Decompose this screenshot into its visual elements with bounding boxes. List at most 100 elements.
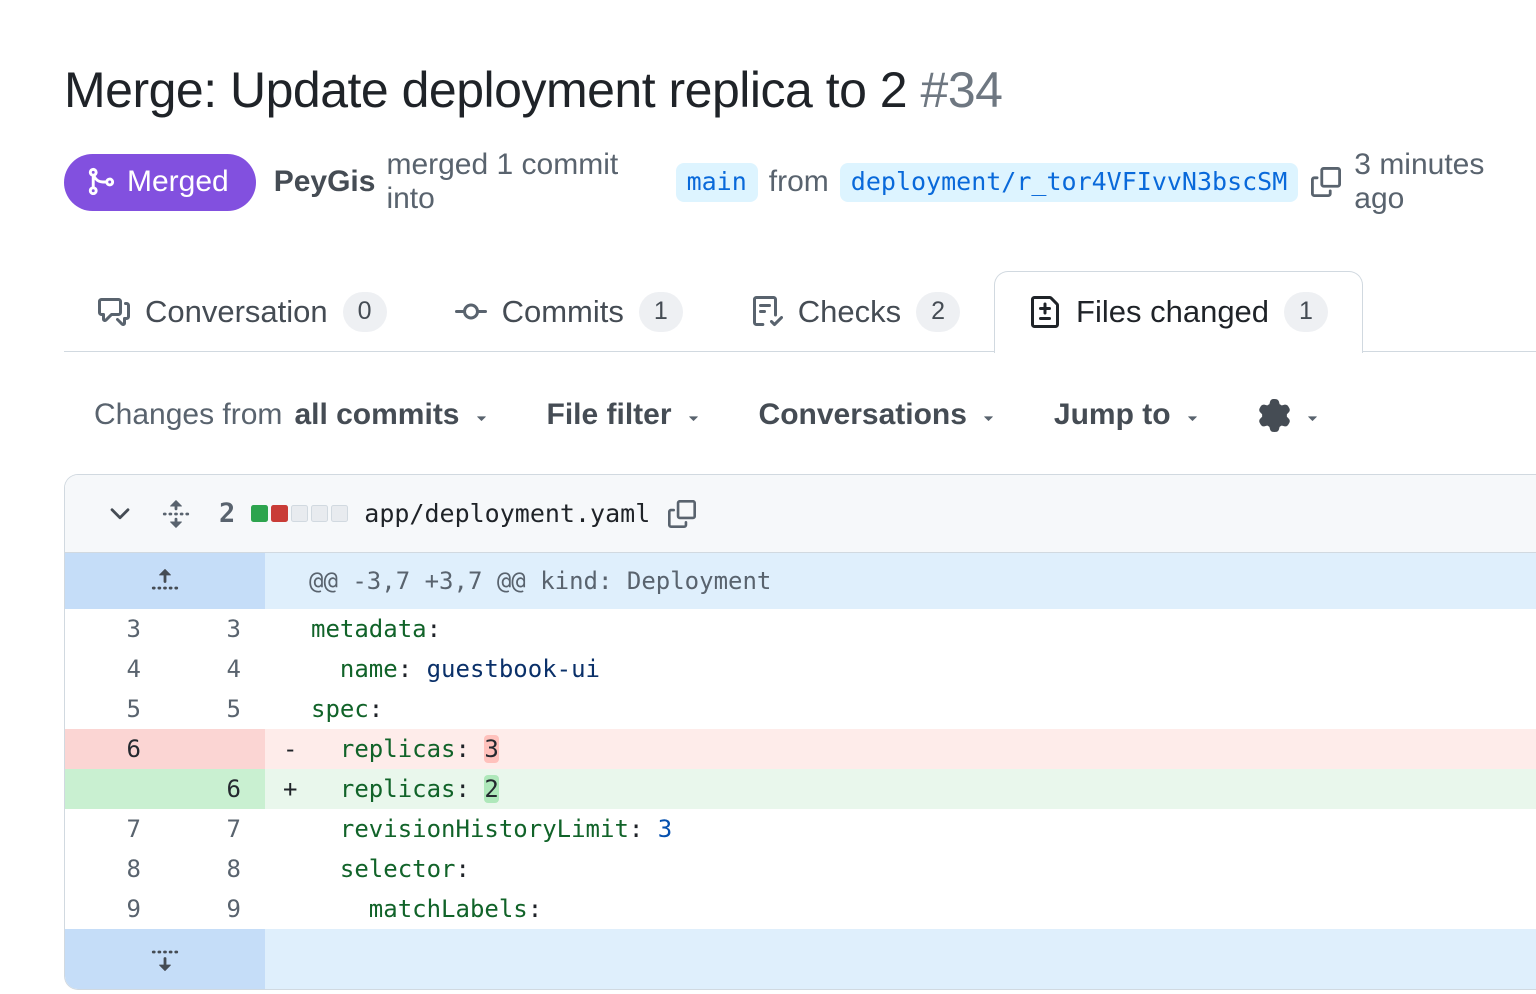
new-line-number[interactable]: 3: [165, 609, 265, 649]
old-line-number[interactable]: 7: [65, 809, 165, 849]
byline: PeyGis merged 1 commit into main from de…: [274, 148, 1536, 216]
indent: [311, 855, 340, 883]
base-branch-label[interactable]: main: [676, 163, 758, 202]
page-title: Merge: Update deployment replica to 2 #3…: [64, 60, 1536, 120]
pr-files-changed-page: Merge: Update deployment replica to 2 #3…: [0, 0, 1536, 990]
tab-label: Conversation: [145, 294, 328, 330]
diff-settings-dropdown[interactable]: [1258, 399, 1322, 432]
code-line: spec:: [265, 689, 1536, 729]
diff-sign: [283, 609, 311, 649]
conversations-dropdown[interactable]: Conversations: [759, 398, 998, 432]
changes-from-value: all commits: [294, 398, 459, 432]
deleted-value: 3: [484, 735, 498, 763]
copy-icon: [668, 500, 696, 528]
diff-row: 9 9 matchLabels:: [65, 889, 1536, 929]
triangle-down-icon: [472, 408, 491, 427]
checklist-icon: [751, 296, 783, 328]
expand-up-button[interactable]: [65, 553, 265, 609]
code-line: + replicas: 2: [265, 769, 1536, 809]
git-merge-icon: [85, 166, 116, 197]
indent: [311, 775, 340, 803]
yaml-value: guestbook-ui: [427, 655, 600, 683]
status-badge-label: Merged: [127, 165, 229, 199]
expand-all-hunks-button[interactable]: [135, 499, 191, 529]
jump-to-label: Jump to: [1054, 398, 1171, 432]
changes-from-dropdown[interactable]: Changes from all commits: [94, 398, 491, 432]
gear-icon: [1258, 399, 1291, 432]
changes-from-label: Changes from: [94, 398, 282, 432]
triangle-down-icon: [684, 408, 703, 427]
copy-file-path-button[interactable]: [668, 500, 696, 528]
indent: [311, 735, 340, 763]
old-line-number[interactable]: 4: [65, 649, 165, 689]
diff-row: 4 4 name: guestbook-ui: [65, 649, 1536, 689]
yaml-value: 3: [658, 815, 672, 843]
conversations-label: Conversations: [759, 398, 967, 432]
new-line-number[interactable]: 6: [165, 769, 265, 809]
new-line-number[interactable]: 5: [165, 689, 265, 729]
new-line-number[interactable]: 4: [165, 649, 265, 689]
copy-branch-button[interactable]: [1311, 167, 1341, 197]
diff-row-added: 6 + replicas: 2: [65, 769, 1536, 809]
expand-down-row: [65, 929, 1536, 989]
old-line-number[interactable]: 5: [65, 689, 165, 729]
file-diff-icon: [1029, 296, 1061, 328]
colon: :: [456, 775, 485, 803]
yaml-key: metadata: [311, 615, 427, 643]
diff-sign: [283, 689, 311, 729]
diff-row-deleted: 6 - replicas: 3: [65, 729, 1536, 769]
colon: :: [427, 615, 441, 643]
diffstat-neutral-square: [331, 505, 348, 522]
copy-icon: [1311, 167, 1341, 197]
file-filter-dropdown[interactable]: File filter: [547, 398, 703, 432]
tab-conversation[interactable]: Conversation 0: [64, 273, 421, 351]
old-line-number[interactable]: 3: [65, 609, 165, 649]
chevron-down-icon: [105, 499, 135, 529]
unfold-icon: [161, 499, 191, 529]
code-line: selector:: [265, 849, 1536, 889]
indent: [311, 815, 340, 843]
tab-label: Checks: [798, 294, 901, 330]
tab-checks[interactable]: Checks 2: [717, 273, 994, 351]
triangle-down-icon: [1183, 408, 1202, 427]
byline-action-text: merged 1 commit into: [386, 148, 664, 216]
diffstat-neutral-square: [311, 505, 328, 522]
code-line: - replicas: 3: [265, 729, 1536, 769]
old-line-number[interactable]: 9: [65, 889, 165, 929]
tab-files-changed[interactable]: Files changed 1: [994, 271, 1363, 353]
hunk-header-row: @@ -3,7 +3,7 @@ kind: Deployment: [65, 553, 1536, 609]
diff-row: 8 8 selector:: [65, 849, 1536, 889]
collapse-file-button[interactable]: [105, 499, 135, 529]
file-path-link[interactable]: app/deployment.yaml: [364, 499, 650, 528]
tab-counter: 2: [916, 292, 960, 333]
new-line-number[interactable]: 8: [165, 849, 265, 889]
diffstat-neutral-square: [291, 505, 308, 522]
yaml-key: selector: [340, 855, 456, 883]
triangle-down-icon: [1303, 408, 1322, 427]
fold-down-icon: [150, 944, 180, 974]
file-filter-label: File filter: [547, 398, 672, 432]
author-link[interactable]: PeyGis: [274, 165, 376, 199]
old-line-number[interactable]: [65, 769, 165, 809]
diff-row: 5 5 spec:: [65, 689, 1536, 729]
files-toolbar: Changes from all commits File filter Con…: [94, 398, 1536, 432]
triangle-down-icon: [979, 408, 998, 427]
tab-label: Commits: [502, 294, 624, 330]
tab-counter: 0: [343, 292, 387, 333]
tab-commits[interactable]: Commits 1: [421, 273, 717, 351]
head-branch-label[interactable]: deployment/r_tor4VFIvvN3bscSM: [840, 163, 1299, 202]
jump-to-dropdown[interactable]: Jump to: [1054, 398, 1202, 432]
old-line-number[interactable]: 6: [65, 729, 165, 769]
pr-meta-row: Merged PeyGis merged 1 commit into main …: [64, 148, 1536, 216]
new-line-number[interactable]: 7: [165, 809, 265, 849]
yaml-key: matchLabels: [369, 895, 528, 923]
hunk-header-text: @@ -3,7 +3,7 @@ kind: Deployment: [265, 553, 1536, 609]
expand-down-button[interactable]: [65, 929, 265, 989]
code-line: metadata:: [265, 609, 1536, 649]
old-line-number[interactable]: 8: [65, 849, 165, 889]
new-line-number[interactable]: 9: [165, 889, 265, 929]
tab-label: Files changed: [1076, 294, 1269, 330]
fold-up-icon: [150, 566, 180, 596]
new-line-number[interactable]: [165, 729, 265, 769]
indent: [311, 895, 369, 923]
